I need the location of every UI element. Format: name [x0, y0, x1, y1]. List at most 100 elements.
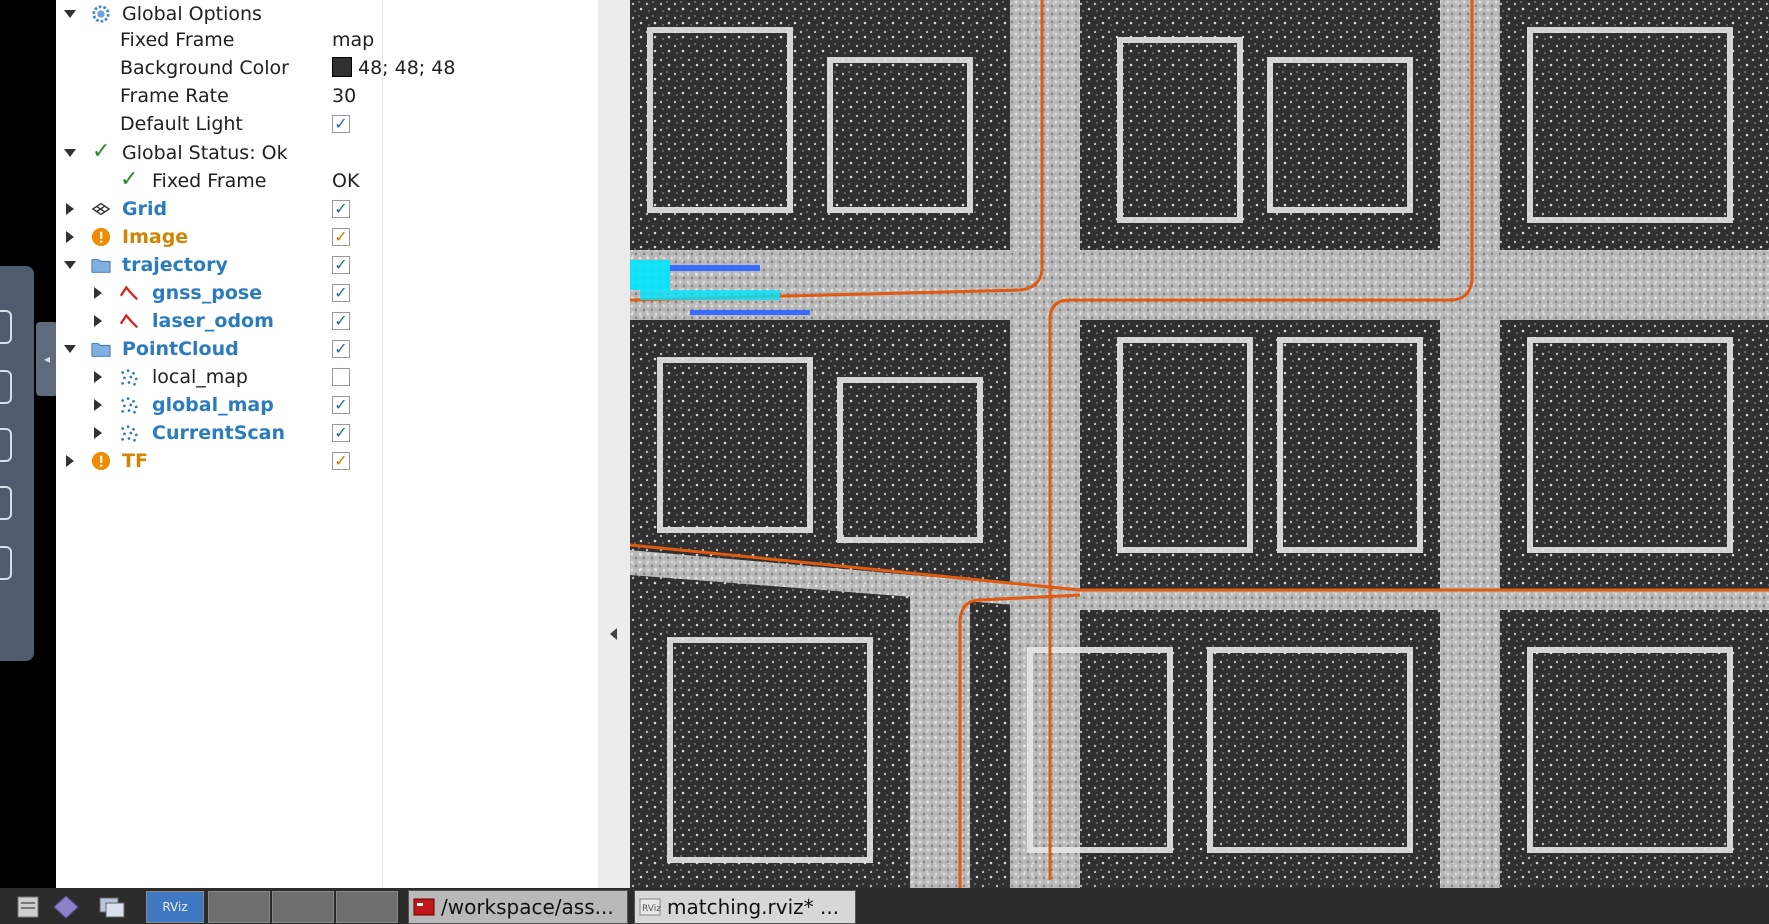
- expand-arrow-icon[interactable]: [94, 427, 102, 439]
- path-icon: [119, 285, 138, 301]
- task-terminal-label: /workspace/ass...: [441, 895, 614, 919]
- dock-item-2[interactable]: [0, 370, 12, 404]
- frame-rate-value[interactable]: 30: [332, 85, 356, 107]
- local-map-checkbox[interactable]: [332, 368, 350, 386]
- rviz-workspace-button[interactable]: RViz: [146, 891, 204, 923]
- displays-panel: Global Options Fixed Frame map Backgroun…: [56, 0, 654, 888]
- windows-icon[interactable]: [98, 894, 126, 920]
- tf-checkbox[interactable]: ✓: [332, 452, 350, 470]
- tree-row-global-options[interactable]: Global Options: [56, 0, 596, 28]
- warning-icon: [91, 451, 111, 471]
- gear-icon: [92, 5, 110, 23]
- svg-text:RViz: RViz: [642, 904, 661, 914]
- laser-odom-checkbox[interactable]: ✓: [332, 312, 350, 330]
- expand-arrow-icon[interactable]: [66, 455, 74, 467]
- launcher-dock: [0, 266, 34, 661]
- terminal-icon: [413, 898, 435, 916]
- warning-icon: [91, 227, 111, 247]
- dock-item-3[interactable]: [0, 428, 12, 462]
- expand-arrow-icon[interactable]: [66, 203, 74, 215]
- dock-collapse-handle[interactable]: ◂: [36, 322, 58, 396]
- task-rviz[interactable]: RViz matching.rviz* ...: [634, 890, 856, 924]
- tree-row-global-map[interactable]: global_map ✓: [56, 391, 596, 419]
- tree-row-currentscan[interactable]: CurrentScan ✓: [56, 419, 596, 447]
- tree-row-fixed-frame[interactable]: Fixed Frame map: [56, 26, 596, 54]
- tree-row-background-color[interactable]: Background Color 48; 48; 48: [56, 54, 596, 82]
- check-icon: ✓: [120, 167, 139, 192]
- trajectory-label: trajectory: [122, 254, 228, 276]
- status-fixed-frame-value: OK: [332, 170, 360, 192]
- tree-row-image[interactable]: Image ✓: [56, 223, 596, 251]
- expand-arrow-icon[interactable]: [64, 10, 76, 18]
- tree-row-global-status[interactable]: ✓ Global Status: Ok: [56, 139, 596, 167]
- rviz-icon: RViz: [639, 898, 661, 916]
- local-map-label: local_map: [152, 366, 248, 388]
- collapse-arrow-icon[interactable]: [610, 628, 617, 640]
- pointcloud-map: [630, 0, 1769, 888]
- tree-row-trajectory[interactable]: trajectory ✓: [56, 251, 596, 279]
- grid-icon: [91, 202, 111, 216]
- expand-arrow-icon[interactable]: [66, 231, 74, 243]
- status-fixed-frame-label: Fixed Frame: [152, 170, 267, 192]
- task-terminal[interactable]: /workspace/ass...: [408, 890, 628, 924]
- pointcloud-icon: [121, 425, 138, 442]
- folder-icon: [91, 259, 111, 273]
- fixed-frame-label: Fixed Frame: [120, 29, 235, 51]
- pointcloud-label: PointCloud: [122, 338, 239, 360]
- global-options-label: Global Options: [122, 3, 262, 25]
- tree-row-laser-odom[interactable]: laser_odom ✓: [56, 307, 596, 335]
- workspace-2-button[interactable]: [208, 891, 270, 923]
- dock-item-4[interactable]: [0, 486, 12, 520]
- color-swatch[interactable]: [332, 57, 352, 77]
- workspace-3-button[interactable]: [272, 891, 334, 923]
- grid-label: Grid: [122, 198, 168, 220]
- dock-item-5[interactable]: [0, 546, 12, 580]
- expand-arrow-icon[interactable]: [94, 287, 102, 299]
- file-manager-icon[interactable]: [14, 894, 42, 920]
- currentscan-checkbox[interactable]: ✓: [332, 424, 350, 442]
- image-checkbox[interactable]: ✓: [332, 228, 350, 246]
- check-icon: ✓: [92, 139, 111, 164]
- currentscan-label: CurrentScan: [152, 422, 285, 444]
- background-color-text: 48; 48; 48: [358, 57, 456, 79]
- tree-row-grid[interactable]: Grid ✓: [56, 195, 596, 223]
- tree-row-pointcloud[interactable]: PointCloud ✓: [56, 335, 596, 363]
- expand-arrow-icon[interactable]: [94, 315, 102, 327]
- expand-arrow-icon[interactable]: [64, 345, 76, 353]
- render-view[interactable]: [630, 0, 1769, 888]
- laser-odom-label: laser_odom: [152, 310, 274, 332]
- background-color-label: Background Color: [120, 57, 289, 79]
- expand-arrow-icon[interactable]: [64, 261, 76, 269]
- expand-arrow-icon[interactable]: [64, 149, 76, 157]
- default-light-checkbox[interactable]: ✓: [332, 115, 350, 133]
- panel-splitter[interactable]: [598, 0, 630, 888]
- tree-row-local-map[interactable]: local_map: [56, 363, 596, 391]
- grid-checkbox[interactable]: ✓: [332, 200, 350, 218]
- tree-row-default-light[interactable]: Default Light ✓: [56, 110, 596, 138]
- tree-row-tf[interactable]: TF ✓: [56, 447, 596, 475]
- workspace-4-button[interactable]: [336, 891, 398, 923]
- expand-arrow-icon[interactable]: [94, 371, 102, 383]
- tree-row-frame-rate[interactable]: Frame Rate 30: [56, 82, 596, 110]
- pointcloud-icon: [121, 397, 138, 414]
- path-icon: [119, 313, 138, 329]
- folder-icon: [91, 343, 111, 357]
- gnss-pose-checkbox[interactable]: ✓: [332, 284, 350, 302]
- image-label: Image: [122, 226, 189, 248]
- task-rviz-label: matching.rviz* ...: [667, 895, 840, 919]
- frame-rate-label: Frame Rate: [120, 85, 229, 107]
- global-map-checkbox[interactable]: ✓: [332, 396, 350, 414]
- background-color-value[interactable]: 48; 48; 48: [332, 57, 455, 79]
- tree-row-gnss-pose[interactable]: gnss_pose ✓: [56, 279, 596, 307]
- global-map-label: global_map: [152, 394, 274, 416]
- dock-item-1[interactable]: [0, 310, 12, 344]
- pointcloud-checkbox[interactable]: ✓: [332, 340, 350, 358]
- global-status-label: Global Status: Ok: [122, 142, 288, 164]
- trajectory-checkbox[interactable]: ✓: [332, 256, 350, 274]
- tree-row-status-fixed-frame[interactable]: ✓ Fixed Frame OK: [56, 167, 596, 195]
- fixed-frame-value[interactable]: map: [332, 29, 374, 51]
- expand-arrow-icon[interactable]: [94, 399, 102, 411]
- gnss-pose-label: gnss_pose: [152, 282, 263, 304]
- pointcloud-icon: [121, 369, 138, 386]
- diamond-app-icon[interactable]: [52, 894, 80, 920]
